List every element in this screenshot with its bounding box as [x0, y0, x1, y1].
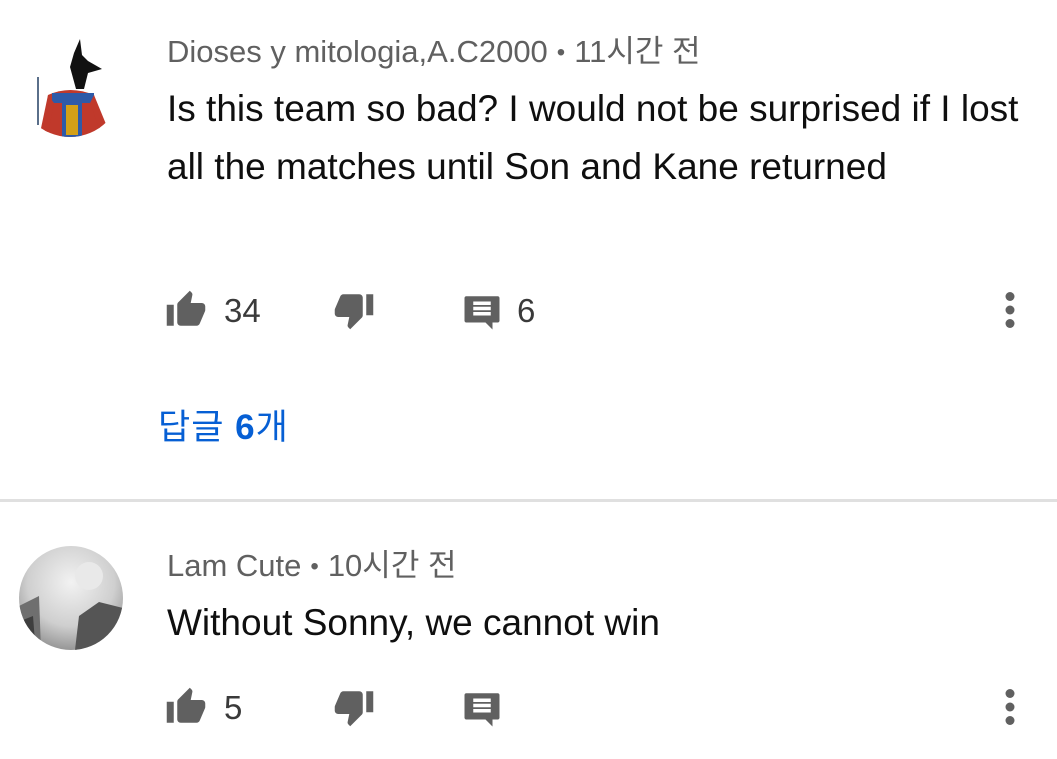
more-options-icon[interactable]	[992, 289, 1028, 331]
dislike-icon[interactable]	[333, 289, 375, 331]
author-name[interactable]: Lam Cute	[167, 548, 301, 583]
comment-meta: Dioses y mitologia,A.C2000 • 11시간 전	[167, 34, 701, 73]
comment-time: 11시간 전	[574, 34, 701, 69]
like-icon[interactable]	[165, 289, 207, 331]
separator-dot: •	[556, 39, 566, 66]
replies-link-prefix: 답글	[158, 408, 236, 447]
separator-dot: •	[310, 553, 319, 580]
comment-text: Without Sonny, we cannot win	[167, 602, 660, 643]
like-count: 34	[224, 292, 261, 329]
author-avatar[interactable]	[19, 546, 123, 650]
replies-link-count: 6	[235, 408, 256, 447]
reply-count: 6	[517, 292, 536, 329]
comment-thread: Dioses y mitologia,A.C2000 • 11시간 전 Is thi…	[0, 0, 1057, 500]
comment-time: 10시간 전	[327, 548, 457, 583]
reply-icon[interactable]	[461, 688, 503, 730]
grayscale-photo-avatar-icon	[19, 546, 123, 650]
comment-thread: Lam Cute • 10시간 전 Without Sonny, we cannot…	[0, 502, 1057, 759]
reply-icon[interactable]	[461, 291, 503, 333]
view-replies-button[interactable]: 답글 6개	[158, 404, 289, 452]
comment-text: Is this team so bad? I would not be surp…	[167, 88, 1019, 187]
author-name[interactable]: Dioses y mitologia,A.C2000	[167, 34, 548, 69]
comment-meta: Lam Cute • 10시간 전	[167, 548, 456, 587]
more-options-icon[interactable]	[992, 686, 1028, 728]
author-avatar[interactable]	[18, 33, 122, 137]
comment-actions: 5	[0, 682, 1057, 732]
comment-actions: 34 6	[0, 285, 1057, 335]
like-icon[interactable]	[165, 686, 207, 728]
like-count: 5	[224, 689, 243, 726]
dislike-icon[interactable]	[333, 686, 375, 728]
replies-link-suffix: 개	[255, 408, 289, 447]
anubis-avatar-icon	[18, 33, 122, 137]
